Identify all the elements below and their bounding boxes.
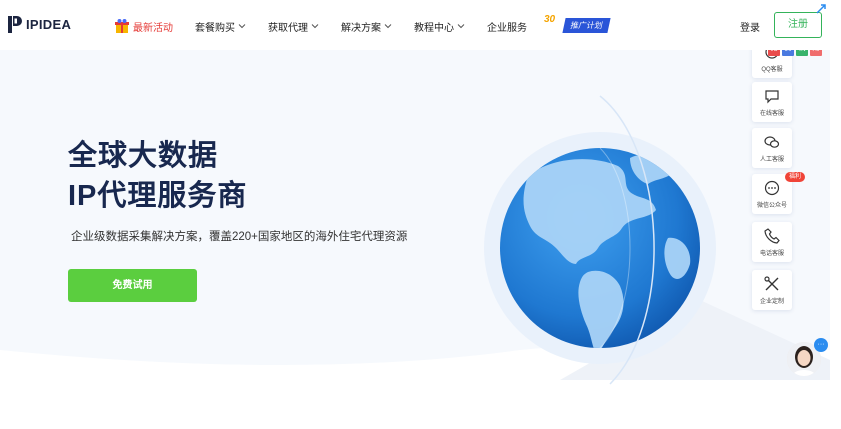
nav-label-enterprise: 企业服务 — [487, 22, 527, 34]
hero-title-line2: IP代理服务商 — [68, 180, 248, 212]
nav-label-packages: 套餐购买 — [195, 22, 235, 34]
sidebar-label-online-service: 在线客服 — [759, 111, 784, 117]
nav-item-tutorials[interactable]: 教程中心 — [414, 19, 465, 34]
gift-icon — [115, 19, 129, 33]
free-trial-button[interactable]: 免费试用 — [68, 269, 197, 302]
sidebar-label-human-service: 人工客服 — [759, 157, 784, 163]
nav-label-solutions: 解决方案 — [341, 22, 381, 34]
right-edge — [830, 0, 841, 429]
nav-item-get-proxy[interactable]: 获取代理 — [268, 19, 319, 34]
sidebar-label-qq: QQ客服 — [761, 67, 783, 73]
chevron-down-icon — [457, 24, 465, 29]
logo[interactable]: IPIDEA — [8, 16, 71, 33]
nav-item-enterprise[interactable]: 企业服务 — [487, 19, 527, 34]
sidebar-label-wechat-official: 微信公众号 — [756, 203, 787, 209]
sidebar-label-enterprise-custom: 企业定制 — [759, 299, 784, 305]
chevron-down-icon — [238, 24, 246, 29]
sidebar-item-phone[interactable]: 电话客服 — [752, 222, 792, 262]
logo-text: IPIDEA — [26, 17, 72, 32]
top-header: IPIDEA 最新活动 套餐购买 获取代理 解决方案 教程中心 企业服务 30 … — [0, 0, 841, 50]
chat-indicator[interactable]: ··· — [814, 338, 828, 352]
nav-item-packages[interactable]: 套餐购买 — [195, 19, 246, 34]
nav-label-get-proxy: 获取代理 — [268, 22, 308, 34]
phone-icon — [764, 228, 780, 244]
chevron-down-icon — [311, 24, 319, 29]
nav-item-solutions[interactable]: 解决方案 — [341, 19, 392, 34]
register-button[interactable]: 注册 — [774, 12, 822, 38]
nav-label-tutorials: 教程中心 — [414, 22, 454, 34]
hero-title-line1: 全球大数据 — [68, 140, 219, 172]
logo-icon — [8, 16, 22, 33]
login-link[interactable]: 登录 — [740, 19, 760, 34]
tools-icon — [764, 276, 779, 291]
welfare-badge: 福利 — [785, 172, 805, 182]
hero-subtitle: 企业级数据采集解决方案，覆盖220+国家地区的海外住宅代理资源 — [71, 231, 408, 243]
corner-flag-icon — [816, 4, 826, 14]
sidebar-label-phone: 电话客服 — [759, 251, 784, 257]
chat-bubble-icon — [765, 90, 779, 104]
message-icon — [764, 180, 780, 196]
sidebar-item-online-service[interactable]: 在线客服 — [752, 82, 792, 122]
nav-item-latest-events[interactable]: 最新活动 — [114, 18, 173, 34]
chevron-down-icon — [384, 24, 392, 29]
globe-illustration — [484, 95, 716, 385]
promotion-badge-label: 推广计划 — [562, 18, 611, 33]
page: IPIDEA 最新活动 套餐购买 获取代理 解决方案 教程中心 企业服务 30 … — [0, 0, 841, 429]
sidebar-item-enterprise-custom[interactable]: 企业定制 — [752, 270, 792, 310]
wechat-icon — [764, 136, 780, 148]
nav-label-latest-events: 最新活动 — [133, 22, 173, 34]
sidebar-item-wechat-official[interactable]: 微信公众号 福利 — [752, 172, 805, 214]
promotion-badge[interactable]: 30 推广计划 — [544, 14, 611, 36]
sidebar-item-human-service[interactable]: 人工客服 — [752, 128, 792, 168]
main-nav: 最新活动 套餐购买 获取代理 解决方案 教程中心 企业服务 — [114, 18, 549, 34]
